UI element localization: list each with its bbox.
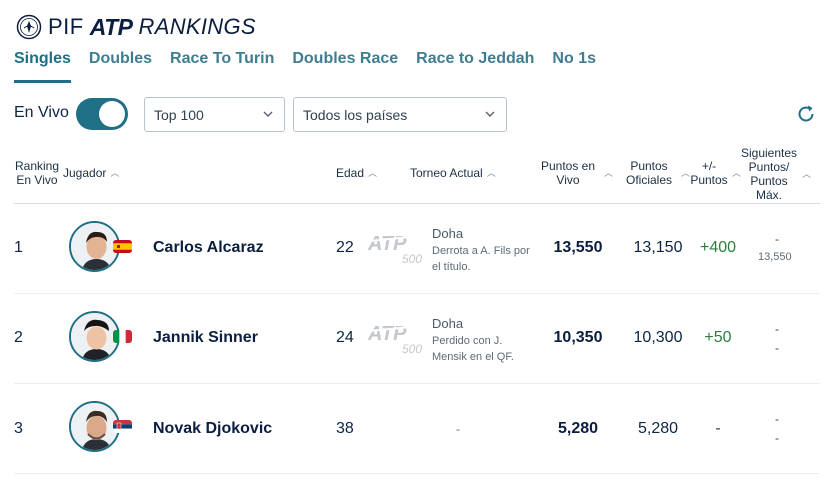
atp-500-logo-icon: ATP 500 (367, 233, 422, 265)
top-filter-select[interactable]: Top 100 (144, 97, 285, 132)
age-value: 22 (336, 239, 354, 256)
tournament-name[interactable]: Doha (432, 226, 463, 241)
header-next-l2: Puntos/ (748, 160, 790, 174)
brand-atp: ATP (89, 13, 133, 40)
max-points: - (775, 341, 779, 355)
points-diff: - (715, 420, 721, 437)
brand-pif: PIF (48, 14, 84, 39)
header-rank[interactable]: Ranking En Vivo (14, 159, 60, 187)
tab-race-to-jeddah[interactable]: Race to Jeddah (416, 50, 534, 83)
flag-icon (113, 420, 132, 433)
tab-no-1s[interactable]: No 1s (552, 50, 596, 83)
header-official-points[interactable]: Puntos Oficiales ︿ (623, 159, 690, 187)
max-points: - (775, 431, 779, 445)
header-tournament-label: Torneo Actual (410, 166, 483, 180)
flag-icon (113, 330, 132, 343)
live-toggle[interactable] (76, 98, 128, 130)
tournament-empty: - (456, 422, 460, 436)
header-player[interactable]: Jugador ︿ (63, 166, 119, 180)
sort-icon: ︿ (486, 168, 496, 178)
header-live-points[interactable]: Puntos en Vivo ︿ (538, 159, 613, 187)
brand-rankings: RANKINGS (138, 14, 256, 39)
header-next-points[interactable]: Siguientes Puntos/ Puntos Máx. ︿ (738, 146, 811, 202)
brand-logo[interactable]: PIF ATP RANKINGS (16, 12, 256, 42)
points-diff: +400 (699, 239, 737, 256)
svg-text:500: 500 (402, 342, 422, 355)
age-value: 24 (336, 329, 354, 346)
header-diff-points[interactable]: +/- Puntos ︿ (688, 159, 741, 187)
header-player-label: Jugador (63, 166, 107, 180)
tab-doubles[interactable]: Doubles (89, 50, 152, 83)
player-name[interactable]: Jannik Sinner (153, 329, 258, 347)
header-diff-l1: +/- (701, 159, 717, 173)
header-next-l3: Puntos (750, 174, 788, 188)
header-rank-l2: En Vivo (16, 173, 58, 187)
points-diff: +50 (704, 329, 732, 346)
age-value: 38 (336, 420, 354, 437)
header-official-points-l1: Puntos (630, 159, 668, 173)
country-filter-select[interactable]: Todos los países (293, 97, 507, 132)
official-points: 5,280 (637, 420, 679, 437)
flag-icon (113, 240, 132, 253)
next-points: - (775, 412, 779, 426)
atp-500-logo-icon: ATP 500 (367, 323, 422, 355)
tournament-result-l2: Mensik en el QF. (432, 351, 514, 363)
sort-icon: ︿ (368, 168, 378, 178)
sort-icon: ︿ (802, 169, 812, 179)
header-diff-l2: Puntos (690, 173, 728, 187)
player-name[interactable]: Carlos Alcaraz (153, 239, 264, 257)
rank-value: 3 (14, 420, 23, 437)
next-points: - (775, 322, 779, 336)
header-age[interactable]: Edad ︿ (336, 166, 377, 180)
seal-icon (16, 14, 42, 40)
max-points: 13,550 (758, 251, 792, 263)
tournament-result: Derrota a A. Fils por el título. (432, 243, 544, 275)
header-next-l1: Siguientes (740, 146, 798, 160)
official-points: 13,150 (633, 239, 683, 256)
tab-doubles-race[interactable]: Doubles Race (292, 50, 398, 83)
player-name[interactable]: Novak Djokovic (153, 420, 272, 438)
sort-icon: ︿ (604, 168, 614, 178)
row-divider (14, 293, 820, 294)
header-divider (14, 203, 820, 204)
chevron-down-icon (263, 111, 273, 117)
tournament-result-l2: el título. (432, 261, 471, 273)
sort-icon: ︿ (110, 168, 120, 178)
official-points: 10,300 (633, 329, 683, 346)
live-points: 13,550 (553, 239, 603, 256)
header-age-label: Edad (336, 166, 365, 180)
row-divider (14, 383, 820, 384)
toggle-knob (99, 101, 125, 127)
refresh-icon[interactable] (795, 103, 817, 125)
next-points: - (775, 232, 779, 246)
tab-singles[interactable]: Singles (14, 50, 71, 83)
header-tournament[interactable]: Torneo Actual ︿ (410, 166, 496, 180)
header-live-points-l2: Vivo (556, 173, 580, 187)
row-divider (14, 473, 820, 474)
rank-value: 1 (14, 239, 23, 256)
country-filter-value: Todos los países (303, 106, 408, 123)
header-rank-l1: Ranking (14, 159, 60, 173)
rankings-tabs: Singles Doubles Race To Turin Doubles Ra… (14, 50, 596, 83)
header-official-points-l2: Oficiales (625, 173, 672, 187)
tab-race-to-turin[interactable]: Race To Turin (170, 50, 274, 83)
tournament-result-l1: Derrota a A. Fils por (432, 245, 530, 257)
svg-text:500: 500 (402, 252, 422, 265)
tournament-result-l1: Perdido con J. (432, 335, 503, 347)
top-filter-value: Top 100 (154, 106, 204, 123)
live-points: 10,350 (553, 329, 603, 346)
tournament-result: Perdido con J. Mensik en el QF. (432, 333, 544, 365)
rank-value: 2 (14, 329, 23, 346)
chevron-down-icon (485, 111, 495, 117)
header-live-points-l1: Puntos en (540, 159, 596, 173)
tournament-name[interactable]: Doha (432, 316, 463, 331)
header-next-l4: Máx. (755, 188, 782, 202)
live-toggle-label: En Vivo (14, 104, 69, 121)
live-points: 5,280 (557, 420, 599, 437)
